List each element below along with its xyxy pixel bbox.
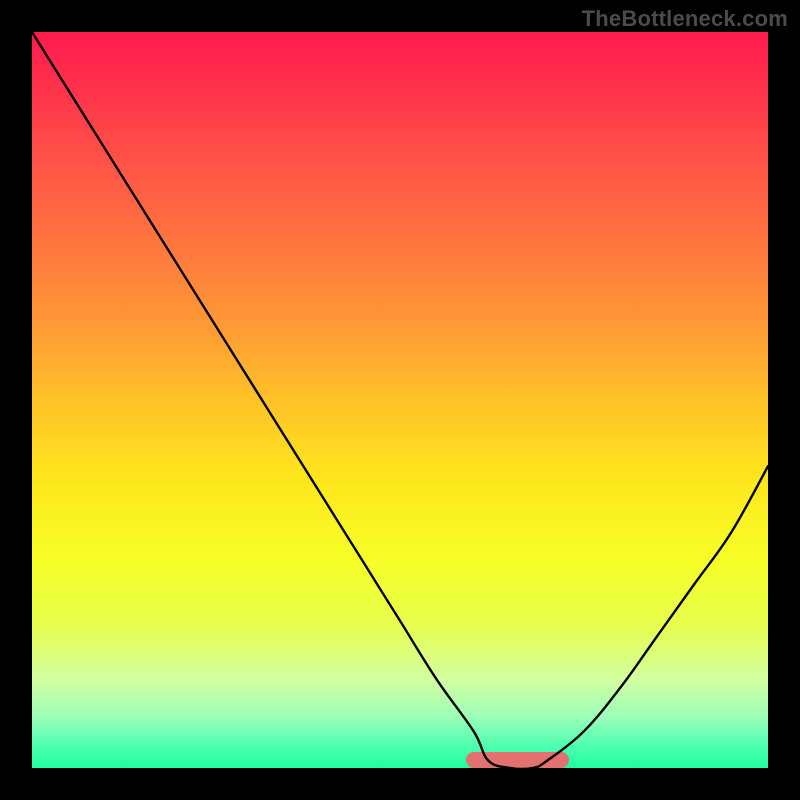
curve-svg — [32, 32, 768, 768]
plot-area — [32, 32, 768, 768]
watermark-text: TheBottleneck.com — [582, 6, 788, 32]
chart-container: TheBottleneck.com — [0, 0, 800, 800]
bottleneck-curve-path — [32, 32, 768, 768]
